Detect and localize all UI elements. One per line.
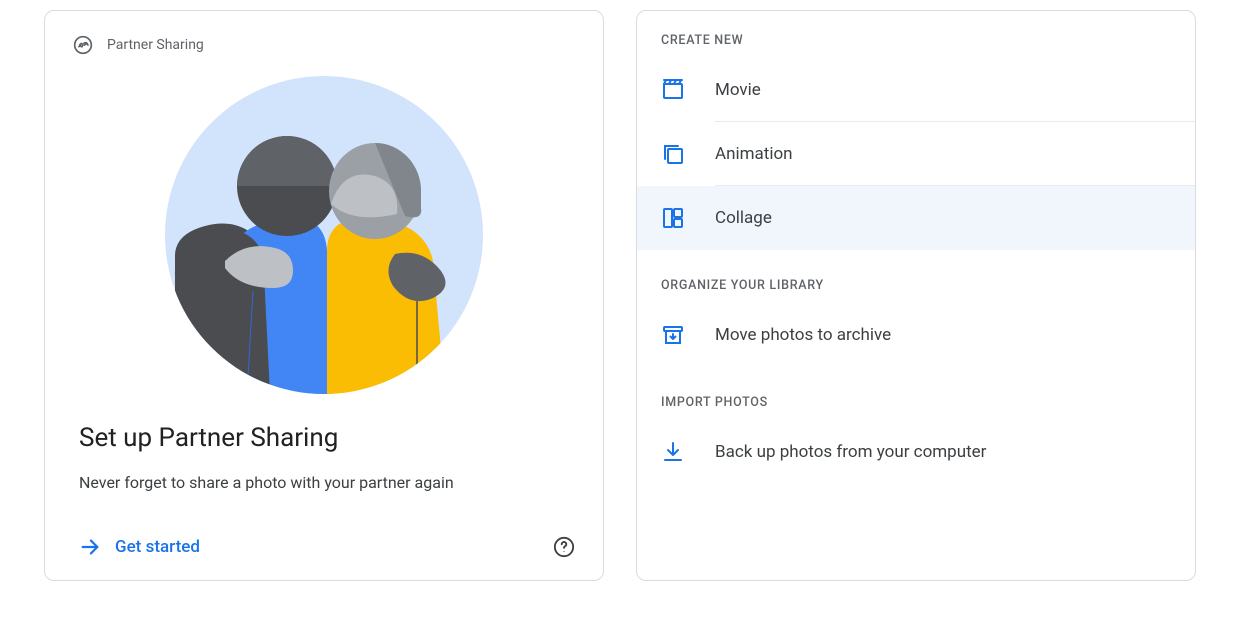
movie-icon (661, 78, 685, 102)
download-icon (661, 440, 685, 464)
import-section-label: IMPORT PHOTOS (637, 395, 1195, 410)
archive-icon (661, 323, 685, 347)
animation-icon (661, 142, 685, 166)
create-new-section-label: CREATE NEW (637, 33, 1195, 48)
create-animation-item[interactable]: Animation (637, 122, 1195, 186)
get-started-label: Get started (115, 537, 200, 557)
partner-sharing-icon (73, 35, 93, 55)
partner-sharing-illustration (73, 65, 575, 405)
collage-icon (661, 206, 685, 230)
people-illustration (165, 76, 483, 394)
partner-sharing-title: Set up Partner Sharing (79, 423, 575, 453)
backup-item[interactable]: Back up photos from your computer (637, 420, 1195, 484)
get-started-button[interactable]: Get started (79, 536, 200, 558)
create-collage-item[interactable]: Collage (637, 186, 1195, 250)
utilities-card: CREATE NEW Movie Animation Collage (636, 10, 1196, 581)
arrow-right-icon (79, 536, 101, 558)
create-movie-label: Movie (715, 80, 1171, 100)
partner-sharing-header-label: Partner Sharing (107, 37, 204, 53)
partner-sharing-card: Partner Sharing (44, 10, 604, 581)
create-collage-label: Collage (715, 208, 1171, 228)
organize-section-label: ORGANIZE YOUR LIBRARY (637, 278, 1195, 293)
create-animation-label: Animation (715, 144, 1171, 164)
partner-sharing-subtitle: Never forget to share a photo with your … (79, 473, 575, 492)
archive-label: Move photos to archive (715, 325, 1171, 345)
backup-label: Back up photos from your computer (715, 442, 1171, 462)
help-icon[interactable] (553, 536, 575, 558)
archive-item[interactable]: Move photos to archive (637, 303, 1195, 367)
partner-sharing-header: Partner Sharing (73, 35, 575, 55)
create-movie-item[interactable]: Movie (637, 58, 1195, 122)
